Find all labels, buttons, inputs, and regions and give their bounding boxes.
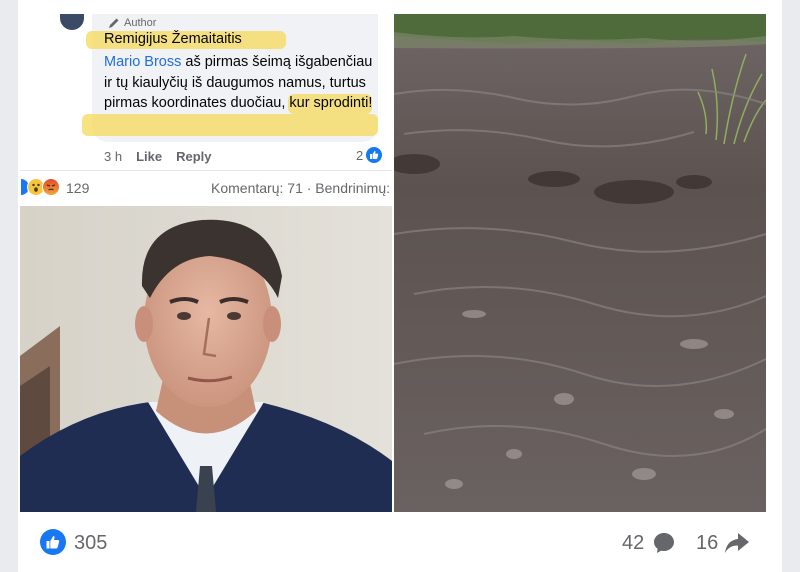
comments-count[interactable]: 42 [622, 532, 644, 555]
comment-text: Mario Bross aš pirmas šeimą išgabenčiau … [104, 52, 374, 114]
comment-actions: 3 h Like Reply [104, 149, 212, 164]
post-footer: 305 42 16 [18, 512, 782, 572]
comment-screenshot: Author Remigijus Žemaitaitis Mario Bross… [20, 14, 392, 166]
like-icon[interactable] [40, 529, 66, 555]
comment-mention[interactable]: Mario Bross [104, 54, 181, 70]
author-badge: Author [108, 17, 156, 29]
pencil-icon [109, 18, 119, 28]
comment-time[interactable]: 3 h [104, 149, 122, 164]
likes-count[interactable]: 305 [74, 532, 107, 555]
avatar [60, 14, 84, 30]
angry-emoji-icon [42, 178, 60, 196]
comment-icon[interactable] [652, 531, 676, 555]
comments-shares-text[interactable]: Komentarų: 71 · Bendrinimų: [211, 180, 390, 196]
like-icon [366, 147, 383, 163]
reaction-emojis[interactable] [20, 178, 60, 196]
shares-count[interactable]: 16 [696, 532, 718, 555]
highlight-line [82, 114, 378, 136]
portrait-photo[interactable] [20, 206, 392, 512]
comment-reply-button[interactable]: Reply [176, 149, 211, 164]
comment-like-button[interactable]: Like [136, 149, 162, 164]
water-photo[interactable] [394, 14, 766, 512]
comment-reactions[interactable]: 2 [356, 147, 383, 163]
reaction-count: 129 [66, 180, 90, 196]
comment-reaction-count: 2 [356, 147, 364, 163]
share-icon[interactable] [724, 531, 750, 555]
author-badge-label: Author [124, 17, 157, 29]
comment-author-name[interactable]: Remigijus Žemaitaitis [104, 31, 242, 47]
reaction-strip: 129 Komentarų: 71 · Bendrinimų: [20, 170, 392, 204]
